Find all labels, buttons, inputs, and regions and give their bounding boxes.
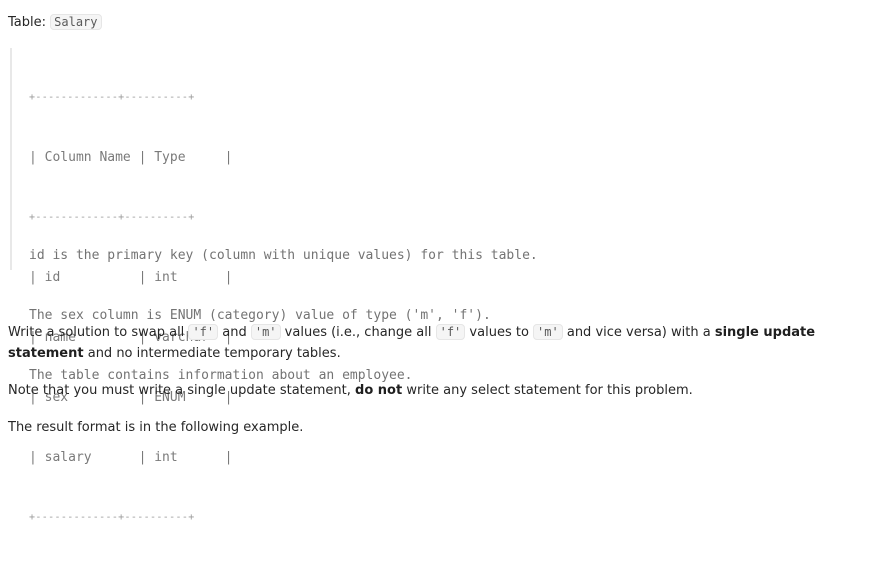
table-label: Table: (8, 15, 51, 30)
inline-code-f: 'f' (188, 324, 219, 340)
statement-text: and no intermediate temporary tables. (83, 346, 341, 361)
bold-do-not: do not (355, 383, 403, 398)
schema-border-top: +-------------+----------+ (29, 92, 195, 103)
inline-code-m: 'm' (533, 324, 563, 340)
statement-text: values (i.e., change all (280, 325, 436, 340)
problem-statement: Write a solution to swap all 'f' and 'm'… (8, 322, 888, 364)
schema-border-bottom: +-------------+----------+ (29, 512, 195, 523)
table-name-code: Salary (50, 14, 102, 30)
schema-row-salary: | salary | int | (29, 450, 233, 465)
result-format-paragraph: The result format is in the following ex… (8, 420, 304, 435)
inline-code-f: 'f' (435, 324, 466, 340)
table-title: Table: Salary (8, 12, 102, 33)
statement-text: and vice versa) with a (562, 325, 715, 340)
inline-code-m: 'm' (250, 324, 281, 340)
statement-text: values to (465, 325, 534, 340)
schema-note-primary-key: id is the primary key (column with uniqu… (29, 248, 538, 263)
note-text: write any select statement for this prob… (402, 383, 693, 398)
schema-header-row: | Column Name | Type | (29, 150, 233, 165)
note-paragraph: Note that you must write a single update… (8, 380, 888, 401)
schema-code-block: +-------------+----------+ | Column Name… (10, 48, 650, 523)
statement-text: Write a solution to swap all (8, 325, 189, 340)
statement-text: and (218, 325, 251, 340)
note-text: Note that you must write a single update… (8, 383, 356, 398)
